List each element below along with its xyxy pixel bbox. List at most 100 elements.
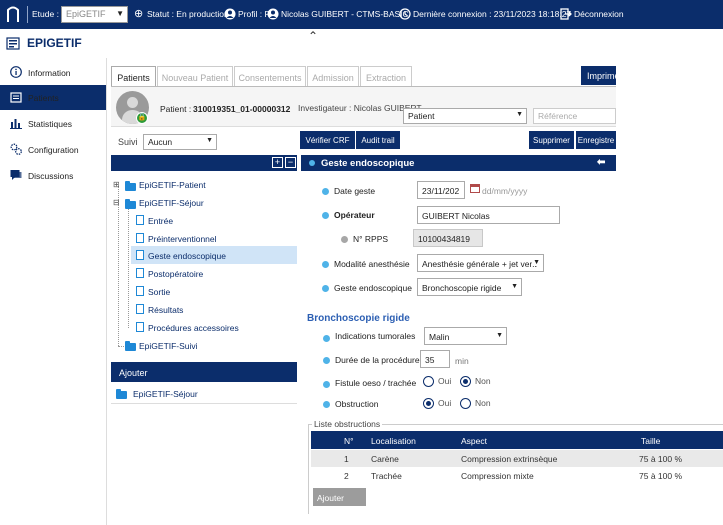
- ajouter-obstruction-button[interactable]: Ajouter: [313, 488, 366, 506]
- section-title: Bronchoscopie rigide: [307, 313, 410, 324]
- gears-icon: [10, 143, 22, 155]
- geste-select[interactable]: Bronchoscopie rigide ▼: [417, 278, 522, 296]
- logout-link[interactable]: Déconnexion: [574, 9, 624, 19]
- cell-taille: 75 à 100 %: [639, 471, 683, 481]
- cell-numero: 1: [344, 454, 349, 464]
- last-login-text: Dernière connexion : 23/11/2023 18:18:27: [413, 9, 572, 19]
- obstructions-table-header: N° Localisation Aspect Taille: [311, 431, 723, 449]
- supprimer-button[interactable]: Supprimer: [529, 131, 574, 149]
- fistule-oui-radio[interactable]: [423, 376, 434, 387]
- sidebar-item-label: Discussions: [28, 171, 74, 181]
- tree-node-preinterventionnel[interactable]: Préinterventionnel: [148, 234, 217, 244]
- tree-node-postoperatoire[interactable]: Postopératoire: [148, 269, 203, 279]
- operateur-input[interactable]: GUIBERT Nicolas: [417, 206, 560, 224]
- document-icon: [136, 286, 144, 296]
- chevron-down-icon: ▼: [516, 111, 523, 118]
- user-icon: [267, 8, 279, 20]
- suivi-select[interactable]: Aucun ▼: [143, 134, 217, 150]
- tab-admission[interactable]: Admission: [307, 66, 359, 87]
- date-geste-label: Date geste: [334, 186, 376, 196]
- anesthesie-select[interactable]: Anesthésie générale + jet vent ▼: [417, 254, 544, 272]
- tab-nouveau-patient[interactable]: Nouveau Patient: [157, 66, 233, 87]
- cell-aspect: Compression mixte: [461, 471, 534, 481]
- profil-text[interactable]: Profil : P: [238, 9, 270, 19]
- fistule-label: Fistule oeso / trachée: [335, 378, 417, 388]
- sidebar-item-patients[interactable]: Patients: [0, 85, 106, 110]
- duree-input[interactable]: 35: [420, 350, 450, 368]
- patient-type-value: Patient: [408, 111, 435, 121]
- date-geste-input[interactable]: 23/11/202: [417, 181, 465, 199]
- sidebar-item-label: Configuration: [28, 145, 79, 155]
- field-bullet-icon: [322, 261, 329, 268]
- section-bullet-icon: [309, 160, 315, 166]
- info-icon: [10, 66, 22, 78]
- field-bullet-icon: [323, 401, 330, 408]
- cell-localisation: Carène: [371, 454, 399, 464]
- etude-select[interactable]: EpiGETIF ▼: [61, 6, 128, 23]
- sidebar-item-information[interactable]: Information: [0, 60, 106, 85]
- tree-node-procedures-accessoires[interactable]: Procédures accessoires: [148, 323, 239, 333]
- user-profile-icon: [224, 8, 236, 20]
- indications-select[interactable]: Malin ▼: [424, 327, 507, 345]
- tree-node-patient[interactable]: EpiGETIF-Patient: [139, 180, 206, 190]
- tree-node-suivi[interactable]: EpiGETIF-Suivi: [139, 341, 198, 351]
- tree-node-sejour[interactable]: EpiGETIF-Séjour: [139, 198, 204, 208]
- col-header-localisation: Localisation: [371, 436, 416, 446]
- reference-input[interactable]: Référence: [533, 108, 616, 124]
- cell-aspect: Compression extrinsèque: [461, 454, 558, 464]
- obstruction-oui-radio[interactable]: [423, 398, 434, 409]
- chevron-down-icon: ▼: [206, 137, 213, 144]
- collapse-all-button[interactable]: −: [285, 157, 296, 168]
- field-bullet-icon: [322, 188, 329, 195]
- chevron-down-icon: ▼: [496, 332, 503, 339]
- tab-patients[interactable]: Patients: [111, 66, 156, 87]
- tree-connector: [128, 208, 129, 328]
- collapse-node-icon[interactable]: ⊟: [113, 198, 120, 207]
- tab-consentements[interactable]: Consentements: [234, 66, 306, 87]
- enregistrer-button[interactable]: Enregistre: [576, 131, 616, 149]
- verifier-crf-button[interactable]: Vérifier CRF: [300, 131, 355, 149]
- table-row[interactable]: 1 Carène Compression extrinsèque 75 à 10…: [311, 450, 723, 467]
- tab-extraction[interactable]: Extraction: [360, 66, 412, 87]
- patient-type-select[interactable]: Patient ▼: [403, 108, 527, 124]
- sidebar-item-discussions[interactable]: Discussions: [0, 163, 106, 188]
- chevron-down-icon: ▼: [116, 9, 124, 18]
- calendar-icon[interactable]: [470, 183, 480, 193]
- logo-row: EPIGETIF ⌃: [0, 29, 616, 57]
- audit-trail-button[interactable]: Audit trail: [356, 131, 400, 149]
- document-icon: [136, 268, 144, 278]
- geste-value: Bronchoscopie rigide: [422, 283, 502, 293]
- suivi-value: Aucun: [148, 137, 173, 147]
- expand-all-button[interactable]: +: [272, 157, 283, 168]
- field-bullet-icon: [341, 236, 348, 243]
- tree-node-entree[interactable]: Entrée: [148, 216, 173, 226]
- sidebar-item-configuration[interactable]: Configuration: [0, 137, 106, 162]
- col-header-aspect: Aspect: [461, 436, 487, 446]
- tree-node-resultats[interactable]: Résultats: [148, 305, 183, 315]
- sidebar-item-statistiques[interactable]: Statistiques: [0, 111, 106, 136]
- ajouter-sejour-link[interactable]: EpiGETIF-Séjour: [133, 389, 198, 399]
- duree-unit: min: [455, 356, 469, 366]
- imprimer-button[interactable]: Imprime: [581, 66, 616, 85]
- chevron-up-icon[interactable]: ⌃: [308, 29, 318, 43]
- logout-icon[interactable]: [560, 8, 572, 20]
- tree-node-sortie[interactable]: Sortie: [148, 287, 170, 297]
- anesthesie-label: Modalité anesthésie: [334, 259, 410, 269]
- field-bullet-icon: [322, 285, 329, 292]
- obstruction-non-radio[interactable]: [460, 398, 471, 409]
- tree-connector: [118, 186, 119, 346]
- folder-icon: [125, 181, 136, 191]
- etude-label: Etude :: [32, 9, 59, 19]
- indications-value: Malin: [429, 332, 450, 342]
- fistule-non-radio[interactable]: [460, 376, 471, 387]
- expand-node-icon[interactable]: ⊞: [113, 180, 120, 189]
- table-row[interactable]: 2 Trachée Compression mixte 75 à 100 %: [311, 467, 723, 484]
- obstruction-oui-label: Oui: [438, 398, 452, 408]
- geste-label: Geste endoscopique: [334, 283, 412, 293]
- field-bullet-icon: [322, 212, 329, 219]
- patients-icon: [10, 92, 22, 103]
- arrow-left-icon[interactable]: ⬅: [597, 157, 605, 168]
- tree-node-geste-endoscopique[interactable]: Geste endoscopique: [148, 251, 226, 261]
- document-icon: [136, 322, 144, 332]
- globe-icon: ⊕: [134, 8, 144, 20]
